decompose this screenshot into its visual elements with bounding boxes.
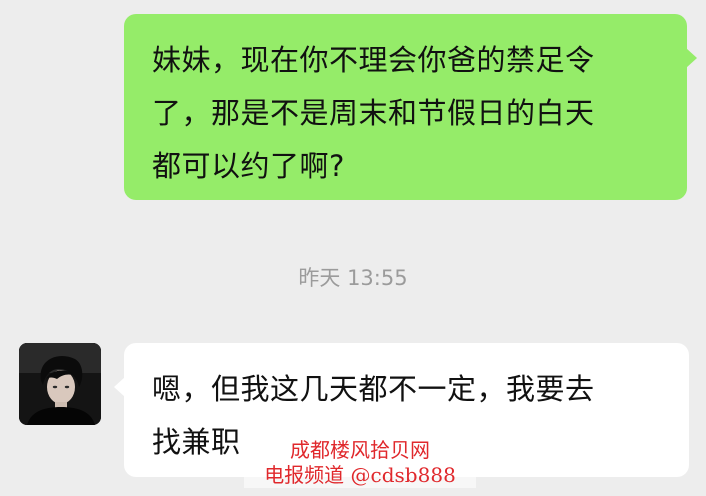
contact-avatar[interactable]	[19, 343, 101, 425]
person-portrait-avatar-icon	[19, 343, 101, 425]
outgoing-message-text: 妹妹，现在你不理会你爸的禁足令 了，那是不是周末和节假日的白天 都可以约了啊?	[152, 43, 595, 183]
watermark-site-name: 成都楼风拾贝网	[244, 438, 476, 462]
watermark-channel: 电报频道 @cdsb888	[244, 462, 476, 488]
outgoing-message-bubble[interactable]: 妹妹，现在你不理会你爸的禁足令 了，那是不是周末和节假日的白天 都可以约了啊?	[124, 14, 697, 200]
watermark: 成都楼风拾贝网 电报频道 @cdsb888	[244, 438, 476, 488]
message-timestamp: 昨天 13:55	[298, 266, 408, 290]
